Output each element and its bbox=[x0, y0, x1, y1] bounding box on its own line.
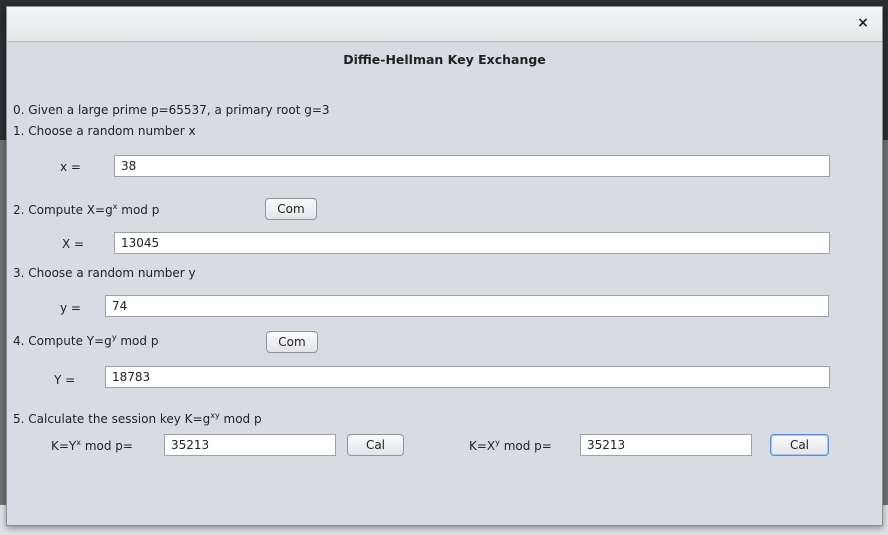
step-2-suffix: mod p bbox=[117, 203, 160, 217]
step-2-text: 2. Compute X=gx mod p bbox=[13, 203, 160, 218]
big-y-label: Y = bbox=[54, 373, 76, 387]
step-0-text: 0. Given a large prime p=65537, a primar… bbox=[13, 103, 330, 117]
step-5-suffix: mod p bbox=[219, 412, 262, 426]
x-input[interactable]: 38 bbox=[114, 155, 830, 177]
title-bar: × bbox=[7, 7, 882, 42]
calc-k1-button[interactable]: Cal bbox=[347, 434, 404, 456]
big-x-input[interactable]: 13045 bbox=[114, 232, 830, 254]
y-label: y = bbox=[60, 301, 81, 315]
k2-label-suffix: mod p= bbox=[499, 439, 552, 453]
big-x-label: X = bbox=[62, 237, 85, 251]
step-3-text: 3. Choose a random number y bbox=[13, 266, 196, 280]
step-4-text: 4. Compute Y=gy mod p bbox=[13, 334, 159, 349]
x-label: x = bbox=[60, 160, 81, 174]
step-4-prefix: 4. Compute Y=g bbox=[13, 334, 112, 348]
compute-x-button[interactable]: Com bbox=[265, 198, 317, 220]
dialog-window: × Diffie-Hellman Key Exchange 0. Given a… bbox=[6, 6, 883, 526]
step-5-sup: xy bbox=[210, 411, 220, 420]
step-4-suffix: mod p bbox=[116, 334, 159, 348]
k1-label-suffix: mod p= bbox=[81, 439, 133, 453]
step-5-text: 5. Calculate the session key K=gxy mod p bbox=[13, 411, 262, 427]
close-icon[interactable]: × bbox=[854, 14, 872, 32]
calc-k2-button[interactable]: Cal bbox=[770, 434, 829, 456]
k2-label-prefix: K=X bbox=[469, 439, 496, 453]
k1-input[interactable]: 35213 bbox=[164, 434, 336, 456]
k2-input[interactable]: 35213 bbox=[580, 434, 752, 456]
k1-label: K=Yx mod p= bbox=[51, 439, 133, 454]
k2-label: K=Xy mod p= bbox=[469, 439, 552, 454]
k1-label-prefix: K=Y bbox=[51, 439, 77, 453]
big-y-input[interactable]: 18783 bbox=[105, 366, 830, 388]
step-1-text: 1. Choose a random number x bbox=[13, 124, 196, 138]
y-input[interactable]: 74 bbox=[105, 295, 829, 317]
dialog-heading: Diffie-Hellman Key Exchange bbox=[343, 52, 546, 67]
step-5-prefix: 5. Calculate the session key K=g bbox=[13, 412, 211, 426]
compute-y-button[interactable]: Com bbox=[266, 331, 318, 353]
step-2-prefix: 2. Compute X=g bbox=[13, 203, 113, 217]
